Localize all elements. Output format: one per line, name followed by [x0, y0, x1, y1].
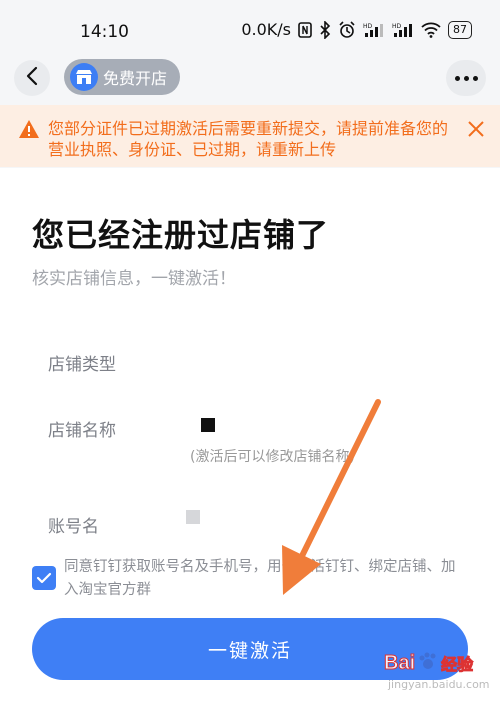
shop-name-value	[201, 418, 215, 432]
alarm-icon	[338, 20, 356, 39]
network-speed: 0.0K/s	[241, 20, 291, 39]
app-pill-label: 免费开店	[103, 69, 168, 88]
back-button[interactable]	[14, 60, 50, 96]
shop-name-label: 店铺名称	[48, 421, 116, 441]
nfc-icon	[298, 21, 312, 38]
check-icon	[36, 569, 52, 588]
notice-banner: 您部分证件已过期激活后需要重新提交，请提前准备您的营业执照、身份证、已过期，请重…	[0, 105, 500, 167]
signal-hd-icon: HD	[363, 22, 385, 38]
page-title: 您已经注册过店铺了	[32, 216, 330, 254]
watermark-sub: jingyan.baidu.com	[388, 678, 490, 691]
app-pill[interactable]: 免费开店	[64, 59, 180, 95]
nav-bar: 免费开店	[0, 56, 500, 100]
more-button[interactable]	[446, 60, 486, 96]
back-arrow-icon	[25, 66, 39, 90]
signal-hd-icon: HD	[392, 22, 414, 38]
battery-icon: 87	[448, 20, 472, 39]
notice-text: 您部分证件已过期激活后需要重新提交，请提前准备您的营业执照、身份证、已过期，请重…	[48, 119, 449, 159]
agreement-checkbox[interactable]	[32, 566, 56, 590]
status-bar: 14:10 0.0K/s HD HD 87	[0, 0, 500, 60]
baidu-watermark: Bai 经验	[383, 650, 474, 676]
main-content: 您已经注册过店铺了 核实店铺信息，一键激活！ 店铺类型 店铺名称 (激活后可以修…	[0, 168, 500, 701]
more-icon	[454, 75, 478, 81]
paw-icon	[417, 650, 439, 676]
bluetooth-icon	[319, 20, 331, 39]
status-time: 14:10	[80, 22, 129, 42]
shop-name-hint: (激活后可以修改店铺名称)	[190, 449, 355, 465]
svg-text:HD: HD	[363, 23, 373, 30]
svg-text:HD: HD	[392, 23, 402, 30]
warning-icon	[18, 119, 40, 143]
agreement-text: 同意钉钉获取账号名及手机号，用于激活钉钉、绑定店铺、加入淘宝官方群	[64, 559, 456, 598]
close-icon[interactable]	[466, 119, 486, 143]
account-label: 账号名	[48, 517, 99, 537]
shop-type-label: 店铺类型	[48, 355, 116, 375]
page-subtitle: 核实店铺信息，一键激活！	[32, 269, 236, 289]
status-icons: 0.0K/s HD HD 87	[241, 20, 472, 39]
shop-icon	[70, 63, 98, 91]
watermark-brand: Bai	[383, 651, 416, 674]
account-value	[186, 510, 200, 524]
wifi-icon	[421, 22, 441, 38]
watermark-suffix: 经验	[441, 657, 474, 675]
